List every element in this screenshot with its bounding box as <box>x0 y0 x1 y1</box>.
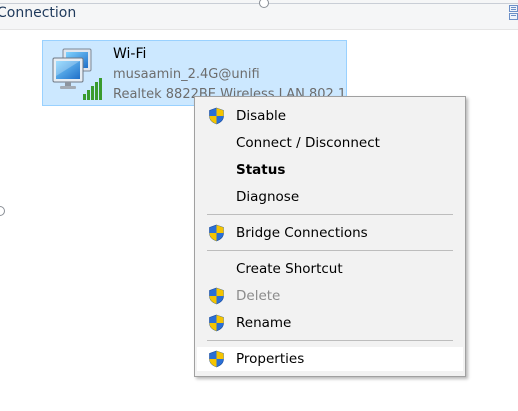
menu-item-properties[interactable]: Properties <box>197 347 463 371</box>
menu-item-label: Rename <box>236 315 292 331</box>
network-connections-window: Connection Wi-Fi musaamin_2.4G@unifi Rea… <box>0 0 518 411</box>
menu-item-status[interactable]: Status <box>197 158 463 182</box>
menu-item-rename[interactable]: Rename <box>197 311 463 335</box>
menu-item-label: Bridge Connections <box>236 225 368 241</box>
menu-item-label: Disable <box>236 108 287 124</box>
uac-shield-icon <box>209 314 224 332</box>
view-options-icon[interactable] <box>509 5 518 20</box>
menu-item-diagnose[interactable]: Diagnose <box>197 185 463 209</box>
uac-shield-icon <box>209 107 224 125</box>
menu-item-label: Status <box>236 162 286 178</box>
menu-separator <box>207 214 453 215</box>
connection-name: Wi-Fi <box>113 46 147 62</box>
connection-network: musaamin_2.4G@unifi <box>113 67 260 82</box>
header-title: Connection <box>0 5 77 21</box>
menu-item-disable[interactable]: Disable <box>197 104 463 128</box>
wifi-adapter-icon <box>52 48 102 100</box>
context-menu: Disable Connect / Disconnect Status Diag… <box>194 96 466 377</box>
uac-shield-icon <box>209 224 224 242</box>
resize-handle-left[interactable] <box>0 206 5 216</box>
menu-item-create-shortcut[interactable]: Create Shortcut <box>197 257 463 281</box>
menu-separator <box>207 250 453 251</box>
uac-shield-icon <box>209 350 224 368</box>
menu-item-label: Properties <box>236 351 305 367</box>
uac-shield-icon <box>209 287 224 305</box>
menu-item-delete: Delete <box>197 284 463 308</box>
menu-separator <box>207 340 453 341</box>
menu-item-label: Delete <box>236 288 281 304</box>
menu-item-connect-disconnect[interactable]: Connect / Disconnect <box>197 131 463 155</box>
menu-item-bridge-connections[interactable]: Bridge Connections <box>197 221 463 245</box>
menu-item-label: Create Shortcut <box>236 261 343 277</box>
menu-item-label: Connect / Disconnect <box>236 135 380 151</box>
menu-item-label: Diagnose <box>236 189 300 205</box>
